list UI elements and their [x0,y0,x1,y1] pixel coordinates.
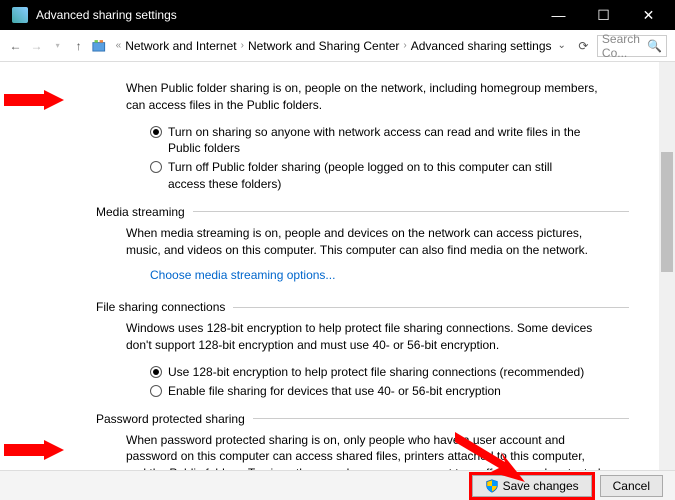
section-label: Media streaming [96,205,185,219]
breadcrumb-item[interactable]: Network and Sharing Center [248,39,399,53]
annotation-arrow [4,440,64,460]
section-label: File sharing connections [96,300,225,314]
search-icon: 🔍 [647,39,662,53]
breadcrumb[interactable]: « Network and Internet › Network and Sha… [112,37,570,55]
back-button[interactable]: ← [8,36,23,56]
filesharing-options: Use 128-bit encryption to help protect f… [150,364,629,400]
cancel-button[interactable]: Cancel [600,475,663,497]
radio-public-off[interactable]: Turn off Public folder sharing (people l… [150,159,590,193]
radio-icon [150,366,162,378]
search-input[interactable]: Search Co... 🔍 [597,35,667,57]
forward-button[interactable]: → [29,36,44,56]
filesharing-desc: Windows uses 128-bit encryption to help … [126,320,606,354]
radio-public-on[interactable]: Turn on sharing so anyone with network a… [150,124,590,158]
navigation-bar: ← → ▾ ↑ « Network and Internet › Network… [0,30,675,62]
section-media-streaming: Media streaming [96,205,629,219]
control-panel-icon [92,37,106,55]
recent-dropdown[interactable]: ▾ [50,36,65,56]
section-file-sharing: File sharing connections [96,300,629,314]
public-folder-desc: When Public folder sharing is on, people… [126,80,606,114]
chevron-left-icon: « [116,40,122,51]
chevron-right-icon: › [403,40,406,51]
radio-label: Turn on sharing so anyone with network a… [168,124,590,158]
maximize-button[interactable]: ☐ [581,0,626,30]
section-password-sharing: Password protected sharing [96,412,629,426]
media-options-link[interactable]: Choose media streaming options... [150,268,335,282]
radio-icon [150,385,162,397]
radio-icon [150,126,162,138]
window-title: Advanced sharing settings [36,8,536,22]
divider [193,211,629,212]
scrollbar-thumb[interactable] [661,152,673,272]
refresh-button[interactable]: ⟳ [576,39,591,53]
window-titlebar: Advanced sharing settings — ☐ ✕ [0,0,675,30]
password-desc: When password protected sharing is on, o… [126,432,606,470]
chevron-right-icon: › [241,40,244,51]
public-folder-options: Turn on sharing so anyone with network a… [150,124,629,193]
breadcrumb-dropdown-icon[interactable]: ⌄ [558,40,566,51]
breadcrumb-item[interactable]: Network and Internet [125,39,236,53]
radio-label: Enable file sharing for devices that use… [168,383,501,400]
annotation-arrow [455,432,525,482]
close-button[interactable]: ✕ [626,0,671,30]
radio-icon [150,161,162,173]
radio-label: Turn off Public folder sharing (people l… [168,159,590,193]
radio-encrypt-128[interactable]: Use 128-bit encryption to help protect f… [150,364,590,381]
divider [253,418,629,419]
divider [233,307,629,308]
minimize-button[interactable]: — [536,0,581,30]
vertical-scrollbar[interactable] [659,62,675,470]
app-icon [12,7,28,23]
section-label: Password protected sharing [96,412,245,426]
radio-label: Use 128-bit encryption to help protect f… [168,364,584,381]
media-desc: When media streaming is on, people and d… [126,225,606,259]
radio-encrypt-4056[interactable]: Enable file sharing for devices that use… [150,383,590,400]
settings-content: When Public folder sharing is on, people… [0,62,659,470]
button-label: Cancel [613,479,650,493]
breadcrumb-item[interactable]: Advanced sharing settings [411,39,552,53]
annotation-arrow [4,90,64,110]
footer-bar: Save changes Cancel [0,470,675,500]
up-button[interactable]: ↑ [71,36,86,56]
